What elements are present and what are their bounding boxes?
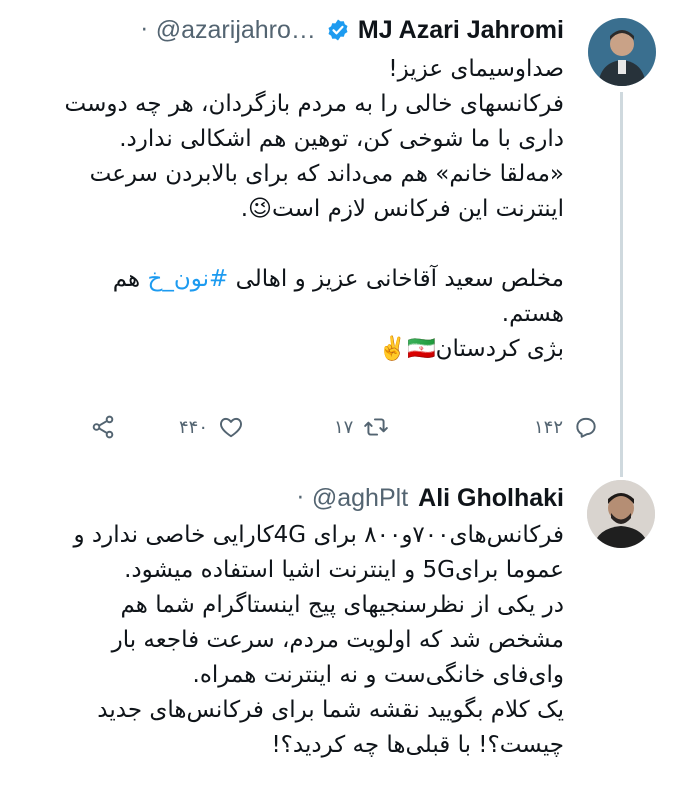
tweet-actions: ۱۴۲ ۱۷ ۴۴۰ [92,405,596,449]
avatar-image [588,18,656,86]
reply-button[interactable]: ۱۴۲ [534,405,599,449]
separator-dot: · [140,17,148,43]
separator-dot: · [296,485,304,511]
user-handle[interactable]: @aghPlt [312,484,408,513]
retweet-button[interactable]: ۱۷ [334,405,389,449]
tweet-line: فرکانسهای خالی را به مردم بازگردان، هر چ… [64,91,564,117]
avatar[interactable] [587,480,655,548]
tweet-line: در یکی از نظرسنجیهای پیج اینستاگرام شما … [120,592,564,618]
verified-badge-icon [328,19,348,41]
tweet-header: MJ Azari Jahromi @azarijahro… · [141,12,564,48]
tweet-main[interactable]: MJ Azari Jahromi @azarijahro… · صداوسیما… [0,0,682,477]
display-name[interactable]: Ali Gholhaki [418,484,564,513]
thread-line [620,92,623,477]
share-icon [92,415,114,439]
tweet-line: صداوسیمای عزیز! [388,56,564,82]
tweet-reply[interactable]: Ali Gholhaki @aghPlt · فرکانس‌های۷۰۰و۸۰۰… [0,470,682,800]
reply-icon [576,417,596,438]
tweet-line: اینترنت این فرکانس لازم است😉. [240,196,564,222]
tweet-line: مشخص شد که اولویت مردم، سرعت فاجعه بار [111,627,564,653]
tweet-line: وای‌فای خانگی‌ست و نه اینترنت همراه. [192,662,564,688]
tweet-line: عموما برای5G و اینترنت اشیا استفاده میشو… [124,557,564,583]
like-count: ۴۴۰ [179,416,209,438]
user-handle[interactable]: @azarijahro… [156,16,316,45]
share-button[interactable] [90,405,116,449]
tweet-line-blank: ​ [24,227,564,262]
avatar-image [587,480,655,548]
tweet-line: داری با ما شوخی کن، توهین هم اشکالی ندار… [119,126,564,152]
hashtag-link[interactable]: #نون_خ [147,266,228,292]
like-button[interactable]: ۴۴۰ [179,405,244,449]
tweet-line: مخلص سعید آقاخانی عزیز و اهالی #نون_خ هم [24,262,564,297]
avatar[interactable] [588,18,656,86]
heart-icon [220,417,242,438]
tweet-line: هستم. [501,301,564,327]
tweet-text: فرکانس‌های۷۰۰و۸۰۰ برای 4Gکارایی خاصی ندا… [24,518,564,763]
display-name[interactable]: MJ Azari Jahromi [358,16,564,45]
tweet-line: فرکانس‌های۷۰۰و۸۰۰ برای 4Gکارایی خاصی ندا… [73,522,564,548]
tweet-line: «مه‌لقا خانم» هم می‌داند که برای بالابرد… [89,161,564,187]
tweet-line-text: هم [112,266,141,292]
tweet-text: صداوسیمای عزیز! فرکانسهای خالی را به مردم… [24,52,564,367]
tweet-header: Ali Gholhaki @aghPlt · [297,480,564,516]
tweet-line: بژی کردستان🇮🇷✌️ [378,336,564,362]
retweet-icon [364,418,389,436]
tweet-line-text: مخلص سعید آقاخانی عزیز و اهالی [235,266,564,292]
tweet-line: چیست؟! با قبلی‌ها چه کردید؟! [271,732,564,758]
retweet-count: ۱۷ [334,416,354,438]
tweet-line: یک کلام بگویید نقشه شما برای فرکانس‌های … [97,697,564,723]
reply-count: ۱۴۲ [534,416,564,438]
